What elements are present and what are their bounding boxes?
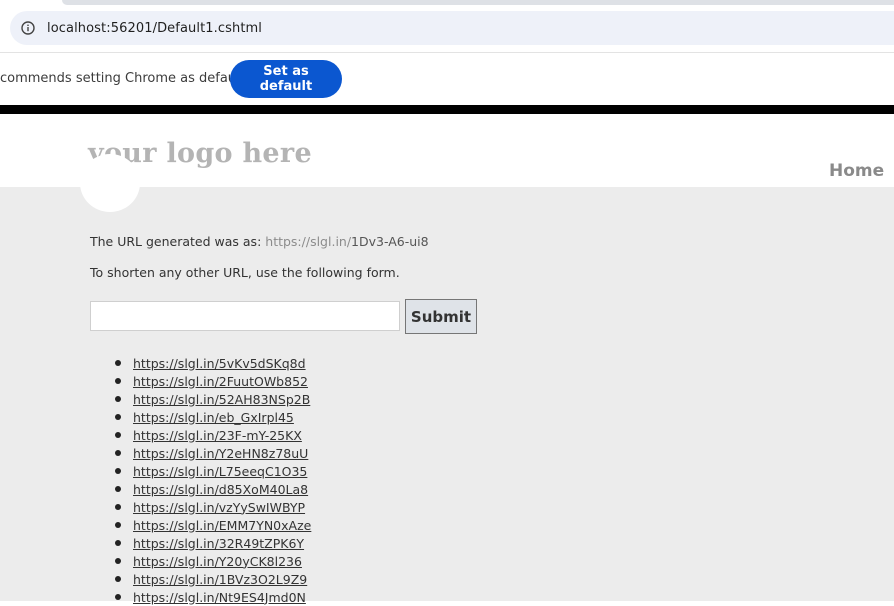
list-item: https://slgl.in/Nt9ES4Jmd0N — [115, 588, 311, 606]
list-item: https://slgl.in/5vKv5dSKq8d — [115, 354, 311, 372]
short-link[interactable]: https://slgl.in/Nt9ES4Jmd0N — [133, 590, 306, 605]
short-link[interactable]: https://slgl.in/Y2eHN8z78uU — [133, 446, 308, 461]
short-link[interactable]: https://slgl.in/Y20yCK8l236 — [133, 554, 302, 569]
info-icon[interactable] — [21, 21, 35, 35]
short-links-list: https://slgl.in/5vKv5dSKq8d https://slgl.… — [115, 354, 311, 606]
bullet-icon — [115, 540, 121, 546]
short-link[interactable]: https://slgl.in/d85XoM40La8 — [133, 482, 308, 497]
main-content: The URL generated was as: https://slgl.i… — [0, 187, 894, 605]
list-item: https://slgl.in/Y20yCK8l236 — [115, 552, 311, 570]
short-link[interactable]: https://slgl.in/vzYySwIWBYP — [133, 500, 305, 515]
set-as-default-button[interactable]: Set as default — [230, 60, 342, 98]
page-top-border — [0, 105, 894, 114]
bullet-icon — [115, 396, 121, 402]
bullet-icon — [115, 360, 121, 366]
list-item: https://slgl.in/EMM7YN0xAze — [115, 516, 311, 534]
bullet-icon — [115, 414, 121, 420]
list-item: https://slgl.in/d85XoM40La8 — [115, 480, 311, 498]
short-link[interactable]: https://slgl.in/L75eeqC1O35 — [133, 464, 307, 479]
list-item: https://slgl.in/52AH83NSp2B — [115, 390, 311, 408]
bullet-icon — [115, 378, 121, 384]
short-link[interactable]: https://slgl.in/1BVz3O2L9Z9 — [133, 572, 307, 587]
bullet-icon — [115, 522, 121, 528]
form-hint: To shorten any other URL, use the follow… — [90, 265, 400, 280]
default-browser-infobar: commends setting Chrome as default Set a… — [0, 52, 894, 105]
short-link[interactable]: https://slgl.in/23F-mY-25KX — [133, 428, 302, 443]
list-item: https://slgl.in/1BVz3O2L9Z9 — [115, 570, 311, 588]
list-item: https://slgl.in/L75eeqC1O35 — [115, 462, 311, 480]
address-bar[interactable]: localhost:56201/Default1.cshtml — [10, 11, 894, 45]
result-prefix: The URL generated was as: — [90, 234, 266, 249]
list-item: https://slgl.in/23F-mY-25KX — [115, 426, 311, 444]
list-item: https://slgl.in/2FuutOWb852 — [115, 372, 311, 390]
short-link[interactable]: https://slgl.in/EMM7YN0xAze — [133, 518, 311, 533]
url-input[interactable] — [90, 301, 400, 331]
short-link[interactable]: https://slgl.in/32R49tZPK6Y — [133, 536, 304, 551]
bullet-icon — [115, 468, 121, 474]
list-item: https://slgl.in/32R49tZPK6Y — [115, 534, 311, 552]
bullet-icon — [115, 450, 121, 456]
infobar-message: commends setting Chrome as default — [0, 71, 245, 86]
tab-strip — [62, 0, 894, 5]
short-url-base: https://slgl.in/ — [265, 234, 352, 249]
bullet-icon — [115, 594, 121, 600]
short-link[interactable]: https://slgl.in/52AH83NSp2B — [133, 392, 310, 407]
bullet-icon — [115, 432, 121, 438]
short-link[interactable]: https://slgl.in/eb_GxIrpl45 — [133, 410, 294, 425]
nav-home-link[interactable]: Home — [829, 161, 884, 181]
list-item: https://slgl.in/eb_GxIrpl45 — [115, 408, 311, 426]
bullet-icon — [115, 558, 121, 564]
address-bar-url: localhost:56201/Default1.cshtml — [47, 20, 263, 36]
short-link[interactable]: https://slgl.in/5vKv5dSKq8d — [133, 356, 306, 371]
bullet-icon — [115, 486, 121, 492]
short-url-code: 1Dv3-A6-ui8 — [351, 234, 429, 249]
list-item: https://slgl.in/vzYySwIWBYP — [115, 498, 311, 516]
result-message: The URL generated was as: https://slgl.i… — [90, 234, 429, 249]
bullet-icon — [115, 576, 121, 582]
list-item: https://slgl.in/Y2eHN8z78uU — [115, 444, 311, 462]
bullet-icon — [115, 504, 121, 510]
logo-circle-decoration — [80, 154, 140, 212]
submit-button[interactable]: Submit — [405, 299, 477, 334]
short-link[interactable]: https://slgl.in/2FuutOWb852 — [133, 374, 308, 389]
